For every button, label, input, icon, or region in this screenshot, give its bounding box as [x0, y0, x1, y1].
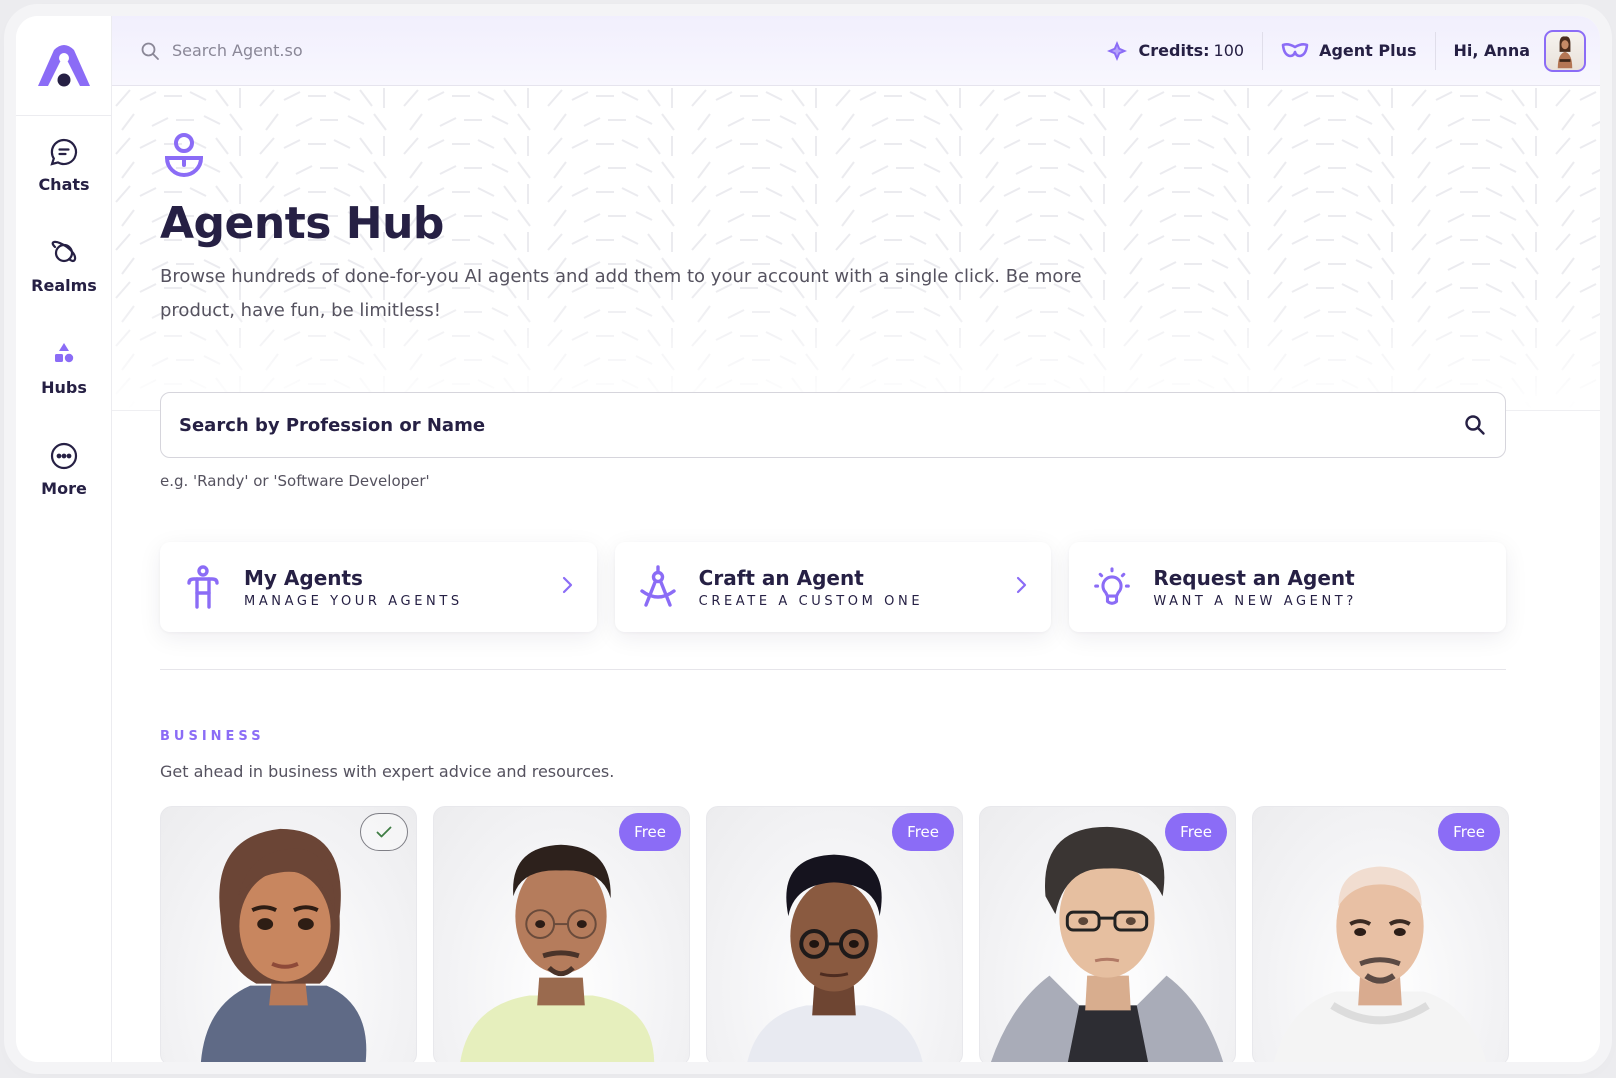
- my-agents-card[interactable]: My Agents MANAGE YOUR AGENTS: [160, 542, 597, 632]
- credits-value: 100: [1213, 41, 1245, 60]
- sidebar-item-chats[interactable]: Chats: [16, 120, 112, 210]
- agent-card[interactable]: Free: [706, 806, 963, 1062]
- agent-card[interactable]: Free: [1252, 806, 1509, 1062]
- sidebar-item-label: Chats: [38, 174, 90, 194]
- agent-card[interactable]: Free: [433, 806, 690, 1062]
- action-subtitle: WANT A NEW AGENT?: [1153, 593, 1357, 609]
- search-icon: [141, 42, 159, 60]
- action-title: Request an Agent: [1153, 565, 1355, 590]
- sidebar-item-label: More: [41, 478, 87, 498]
- compass-tool-icon: [639, 565, 676, 607]
- action-title: Craft an Agent: [698, 565, 864, 590]
- free-badge: Free: [892, 813, 954, 851]
- user-menu[interactable]: Hi, Anna: [1434, 29, 1586, 72]
- sidebar: Chats Realms Hubs More: [16, 16, 112, 1062]
- lightbulb-icon: [1094, 567, 1131, 605]
- global-search-placeholder: Search Agent.so: [172, 41, 303, 60]
- sidebar-item-label: Hubs: [41, 377, 87, 397]
- section-divider: [160, 669, 1506, 670]
- more-dots-icon: [50, 442, 78, 469]
- user-avatar-figure: [1557, 35, 1573, 68]
- global-search[interactable]: Search Agent.so: [140, 41, 1087, 61]
- user-avatar[interactable]: [1544, 29, 1586, 72]
- plan-badge[interactable]: Agent Plus: [1262, 31, 1434, 70]
- agent-search-input[interactable]: [179, 414, 1463, 436]
- mask-icon: [1281, 42, 1309, 57]
- sidebar-item-more[interactable]: More: [16, 424, 112, 514]
- chat-bubble-icon: [50, 138, 78, 166]
- section-description: Get ahead in business with expert advice…: [160, 762, 615, 781]
- page-description: Browse hundreds of done-for-you AI agent…: [160, 266, 1082, 321]
- request-agent-card[interactable]: Request an Agent WANT A NEW AGENT?: [1069, 542, 1507, 632]
- user-greeting: Hi, Anna: [1453, 41, 1530, 60]
- free-badge: Free: [1165, 813, 1227, 851]
- agent-hub-icon: [164, 133, 204, 177]
- checkmark-icon: [376, 826, 392, 838]
- top-header: Search Agent.so Credits: 100 Agent Plus …: [112, 16, 1600, 86]
- sidebar-item-hubs[interactable]: Hubs: [16, 323, 112, 413]
- sidebar-item-label: Realms: [31, 275, 97, 295]
- shapes-icon: [55, 342, 74, 362]
- agent-card[interactable]: [160, 806, 417, 1062]
- craft-agent-card[interactable]: Craft an Agent CREATE A CUSTOM ONE: [614, 542, 1052, 632]
- action-title: My Agents: [244, 565, 363, 590]
- main-content: Agents Hub Browse hundreds of done-for-y…: [112, 86, 1600, 1062]
- sidebar-item-realms[interactable]: Realms: [16, 221, 112, 311]
- credits-display[interactable]: Credits: 100: [1087, 32, 1263, 70]
- page-title: Agents Hub: [160, 198, 444, 249]
- search-icon[interactable]: [1463, 413, 1487, 437]
- credits-label: Credits:: [1138, 41, 1210, 60]
- app-window: Chats Realms Hubs More Search Agent.so C…: [16, 16, 1600, 1062]
- section-label: BUSINESS: [160, 729, 265, 744]
- planet-icon: [51, 240, 77, 262]
- action-subtitle: MANAGE YOUR AGENTS: [244, 593, 463, 609]
- plan-label: Agent Plus: [1319, 41, 1417, 60]
- agent-card[interactable]: Free: [979, 806, 1236, 1062]
- chevron-right-icon: [1017, 576, 1027, 594]
- agent-card-list: Free Free Free Free: [160, 806, 1580, 1062]
- added-check-badge[interactable]: [360, 813, 408, 851]
- agent-logo-icon: [38, 44, 90, 86]
- logo[interactable]: [16, 16, 112, 116]
- free-badge: Free: [619, 813, 681, 851]
- action-cards: My Agents MANAGE YOUR AGENTS Craft an Ag…: [160, 542, 1507, 632]
- action-subtitle: CREATE A CUSTOM ONE: [698, 593, 924, 609]
- agent-search-box: [160, 392, 1506, 458]
- search-hint: e.g. 'Randy' or 'Software Developer': [160, 472, 430, 490]
- free-badge: Free: [1438, 813, 1500, 851]
- person-icon: [187, 565, 219, 609]
- chevron-right-icon: [562, 576, 572, 594]
- sparkle-diamond-icon: [1106, 40, 1127, 61]
